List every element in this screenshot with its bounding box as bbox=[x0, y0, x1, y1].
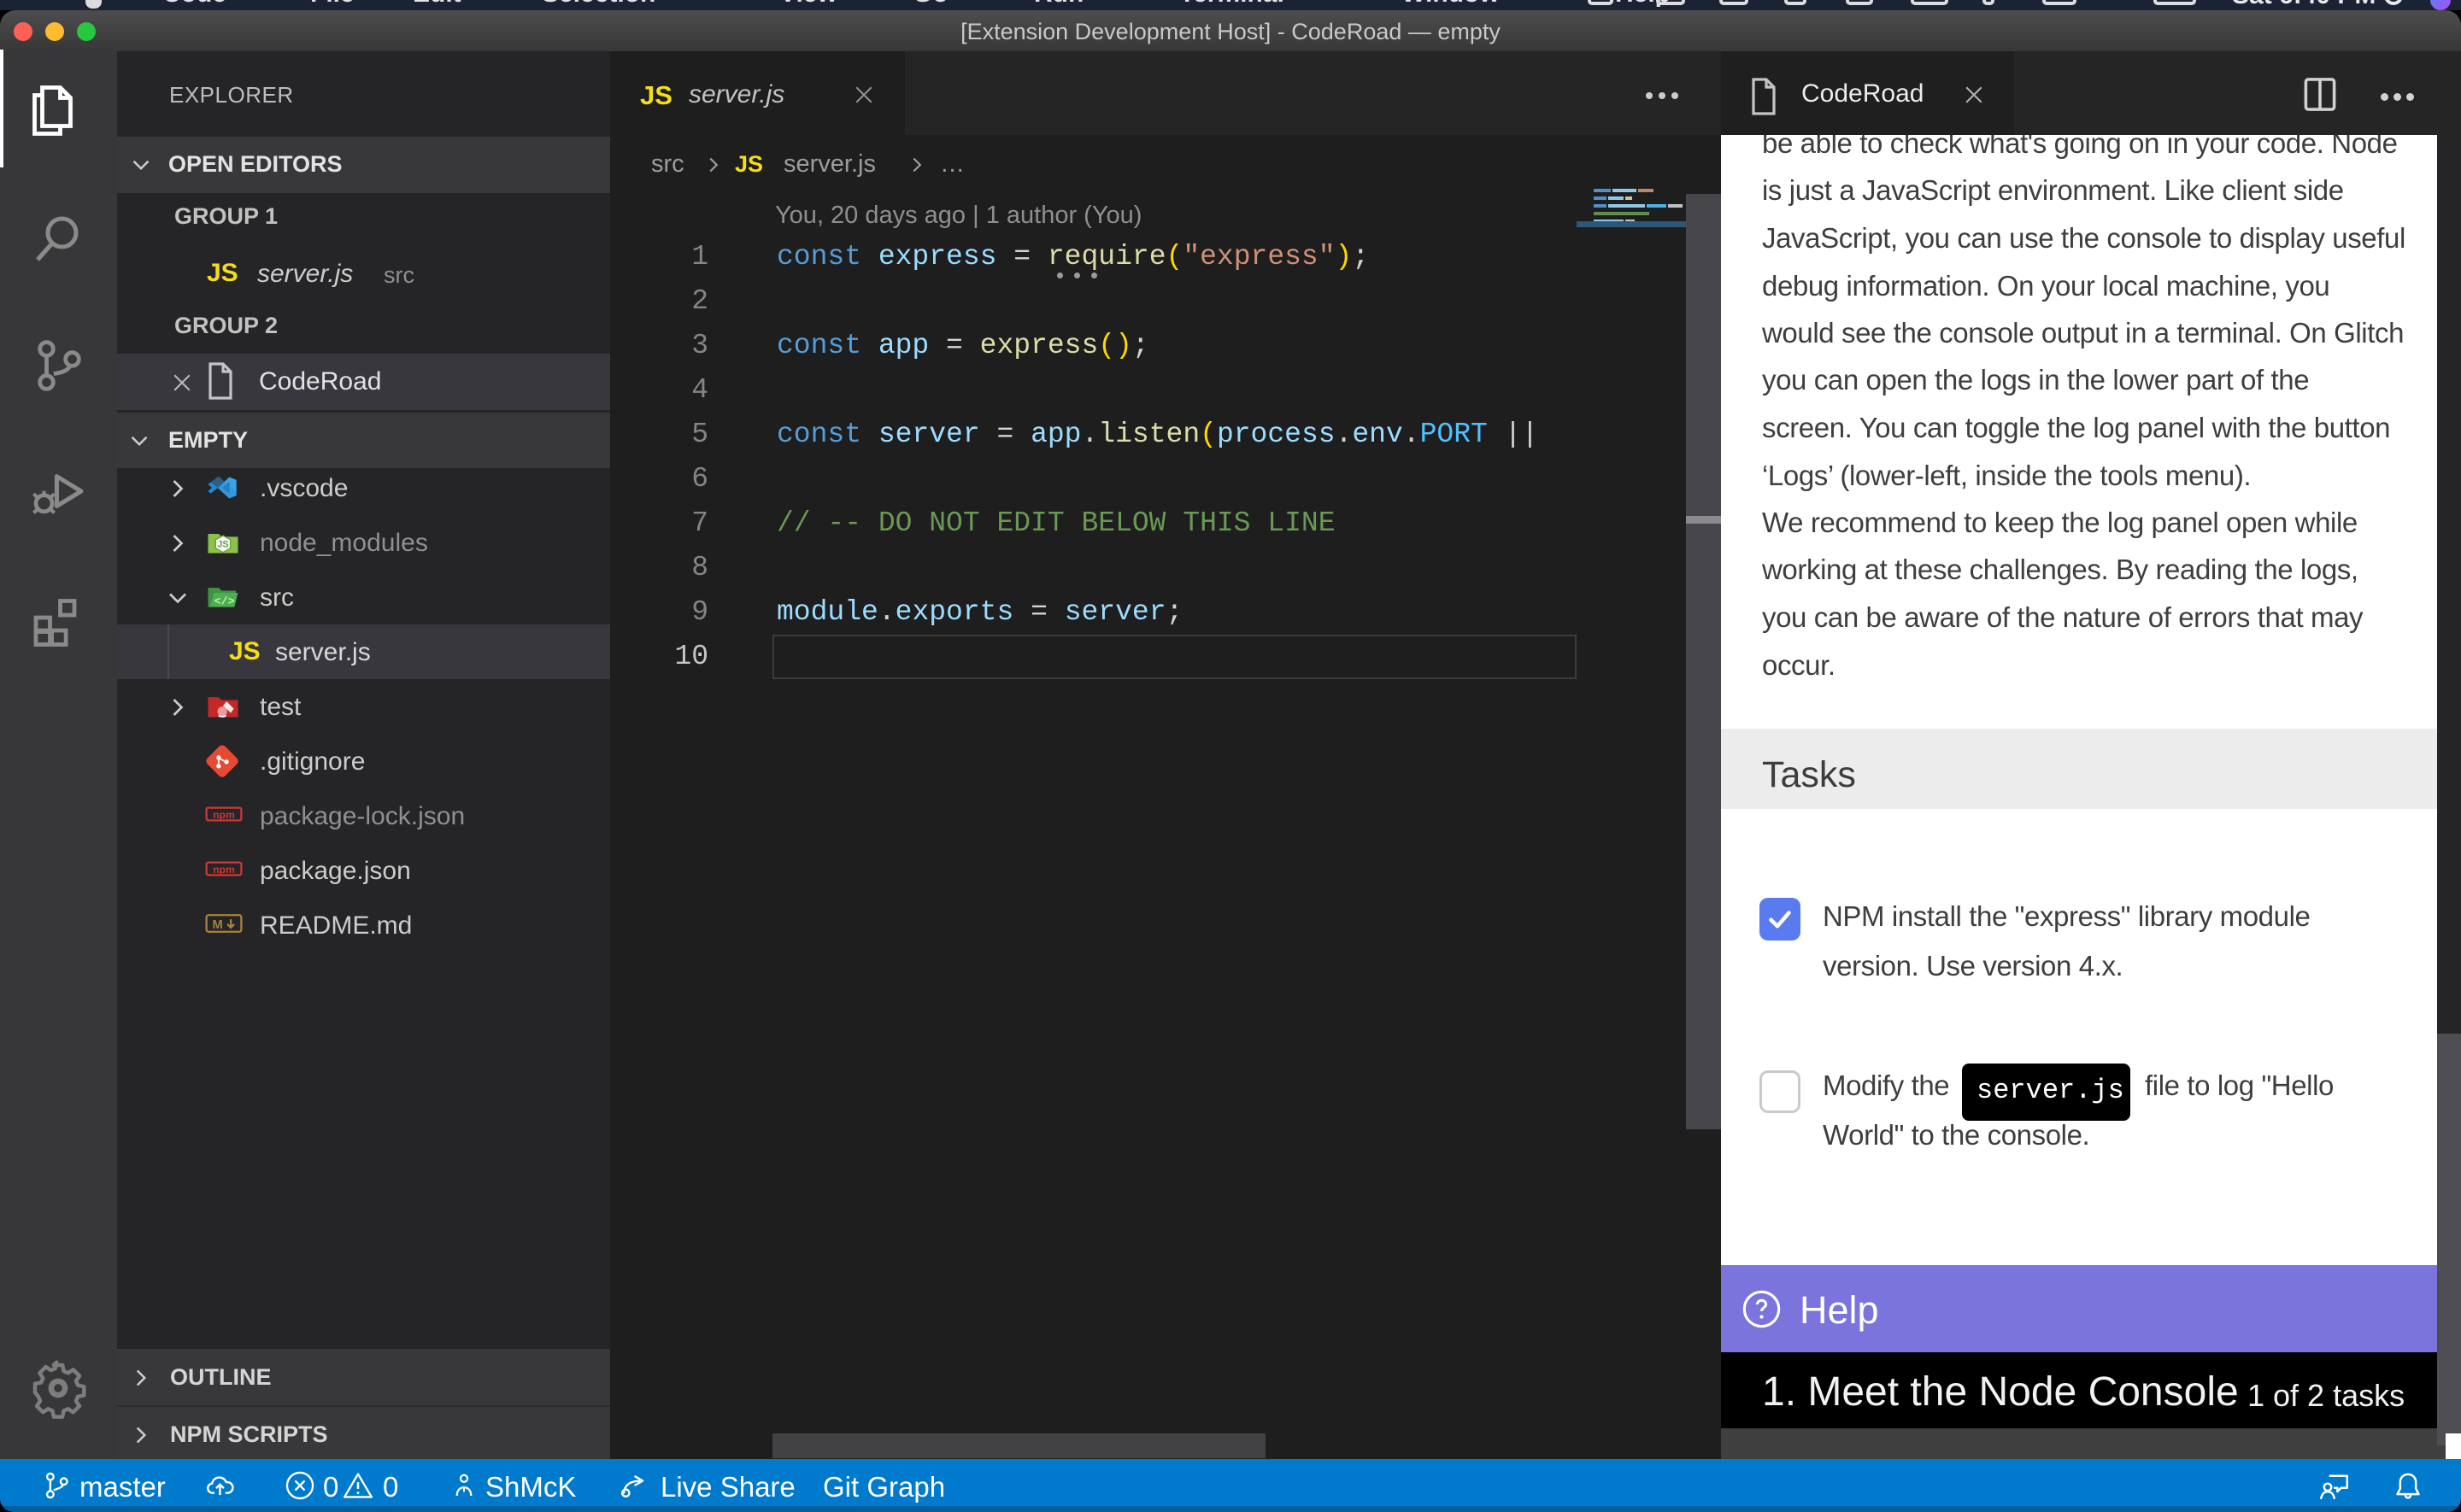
svg-text:M: M bbox=[213, 918, 223, 932]
svg-text:npm: npm bbox=[213, 864, 235, 876]
svg-text:</>: </> bbox=[214, 595, 235, 608]
svg-text:JS: JS bbox=[217, 540, 228, 550]
svg-text:npm: npm bbox=[213, 809, 235, 821]
